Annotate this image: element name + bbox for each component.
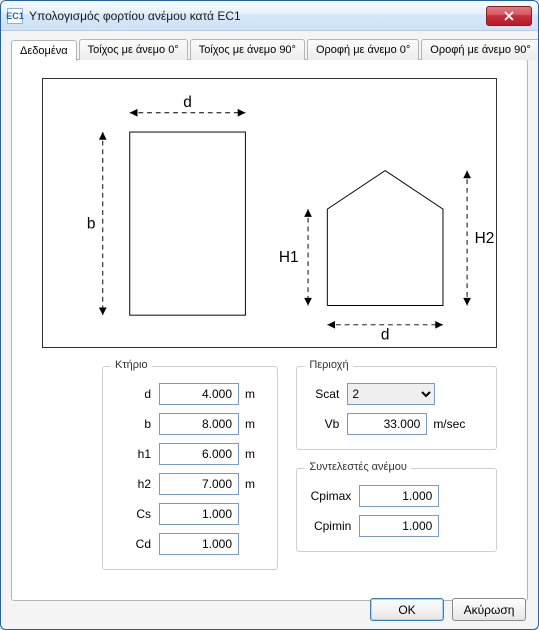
label-b: b: [113, 417, 159, 431]
diagram-label-b: b: [87, 215, 96, 232]
diagram-label-h2: H2: [475, 230, 495, 247]
input-cpimax[interactable]: [359, 485, 439, 507]
label-cpimin: Cpimin: [307, 519, 359, 533]
label-h1: h1: [113, 447, 159, 461]
group-region: Περιοχή Scat 2 Vb m/sec: [296, 366, 497, 450]
titlebar: EC1 Υπολογισμός φορτίου ανέμου κατά EC1: [1, 1, 538, 31]
tabstrip: Δεδομένα Τοίχος με άνεμο 0° Τοίχος με άν…: [11, 39, 528, 60]
unit-h2: m: [245, 477, 255, 491]
group-building-legend: Κτήριο: [111, 359, 152, 371]
diagram-label-h1: H1: [279, 249, 299, 266]
input-b[interactable]: [159, 413, 239, 435]
group-region-legend: Περιοχή: [305, 359, 352, 371]
unit-d: m: [245, 387, 255, 401]
dialog-buttons: OK Ακύρωση: [370, 598, 526, 621]
group-wind-coef-legend: Συντελεστές ανέμου: [305, 461, 411, 473]
input-cpimin[interactable]: [359, 515, 439, 537]
input-cs[interactable]: [159, 503, 239, 525]
input-h2[interactable]: [159, 473, 239, 495]
select-scat[interactable]: 2: [347, 383, 435, 405]
tab-roof-0[interactable]: Οροφή με άνεμο 0°: [307, 39, 419, 60]
tab-data[interactable]: Δεδομένα: [11, 40, 77, 61]
unit-vb: m/sec: [433, 417, 465, 431]
input-vb[interactable]: [347, 413, 427, 435]
label-scat: Scat: [307, 387, 347, 401]
input-h1[interactable]: [159, 443, 239, 465]
label-cpimax: Cpimax: [307, 489, 359, 503]
ok-button[interactable]: OK: [370, 598, 444, 621]
label-cd: Cd: [113, 537, 159, 551]
app-icon: EC1: [7, 8, 23, 24]
group-building: Κτήριο d m b m h1: [102, 366, 278, 570]
label-vb: Vb: [307, 417, 347, 431]
dialog-window: EC1 Υπολογισμός φορτίου ανέμου κατά EC1 …: [0, 0, 539, 630]
cancel-button[interactable]: Ακύρωση: [452, 598, 526, 621]
window-title: Υπολογισμός φορτίου ανέμου κατά EC1: [29, 9, 486, 23]
group-wind-coef: Συντελεστές ανέμου Cpimax Cpimin: [296, 468, 497, 552]
close-button[interactable]: [486, 6, 532, 26]
tabpage-data: d b H1 H2: [11, 59, 528, 601]
input-cd[interactable]: [159, 533, 239, 555]
input-d[interactable]: [159, 383, 239, 405]
label-d: d: [113, 387, 159, 401]
tab-wall-90[interactable]: Τοίχος με άνεμο 90°: [190, 39, 305, 60]
form-area: Κτήριο d m b m h1: [22, 356, 517, 570]
client-area: Δεδομένα Τοίχος με άνεμο 0° Τοίχος με άν…: [1, 31, 538, 629]
close-icon: [504, 11, 514, 21]
unit-b: m: [245, 417, 255, 431]
diagram-label-d-top: d: [183, 94, 192, 111]
diagram-label-d-bottom: d: [381, 326, 390, 343]
label-h2: h2: [113, 477, 159, 491]
tab-wall-0[interactable]: Τοίχος με άνεμο 0°: [79, 39, 188, 60]
diagram: d b H1 H2: [42, 78, 497, 348]
unit-h1: m: [245, 447, 255, 461]
label-cs: Cs: [113, 507, 159, 521]
tab-roof-90[interactable]: Οροφή με άνεμο 90°: [421, 39, 539, 60]
